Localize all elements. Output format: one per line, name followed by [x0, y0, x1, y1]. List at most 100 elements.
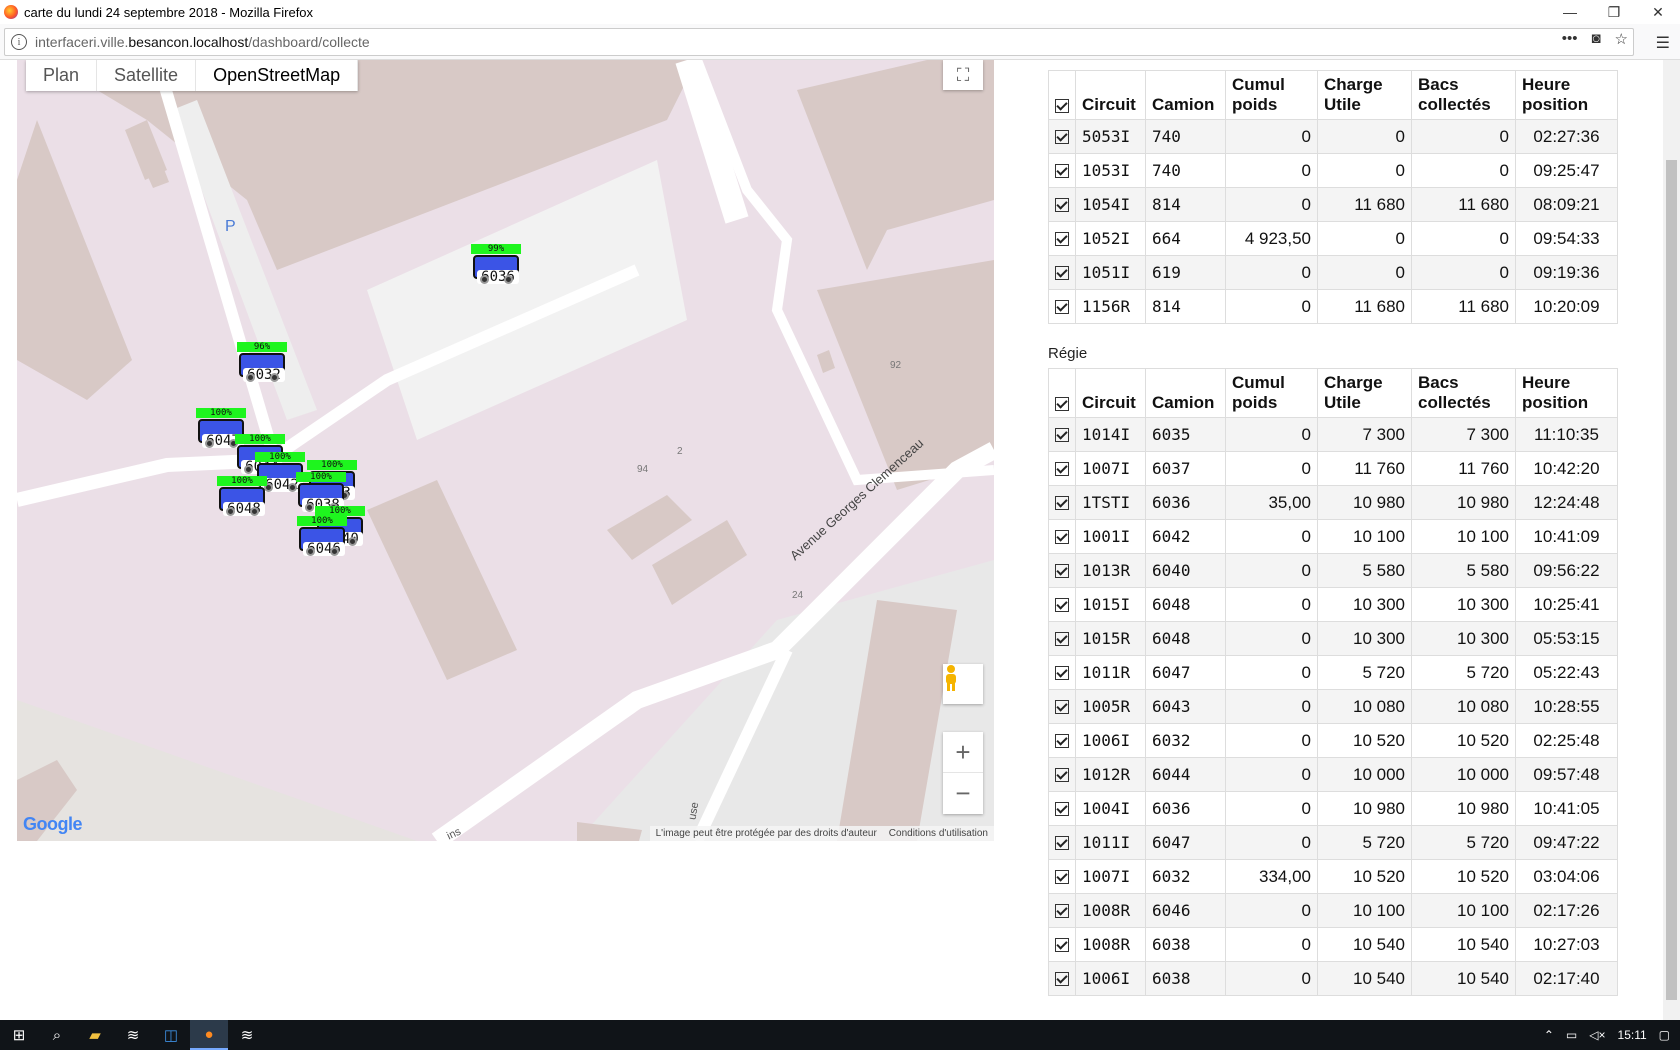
app-icon[interactable]: ≋	[228, 1020, 266, 1050]
row-checkbox[interactable]	[1048, 621, 1076, 656]
minimize-button[interactable]: —	[1548, 0, 1592, 24]
restore-button[interactable]: ❐	[1592, 0, 1636, 24]
pocket-icon[interactable]: ◙	[1591, 30, 1600, 48]
truck-marker[interactable]: 100% 6048	[217, 476, 269, 516]
windows-start-icon[interactable]: ⊞	[0, 1020, 38, 1050]
url-text[interactable]: interfaceri.ville.besancon.localhost/das…	[35, 34, 370, 50]
hamburger-menu-icon[interactable]: ☰	[1656, 33, 1670, 53]
map-type-plan[interactable]: Plan	[26, 60, 98, 91]
row-checkbox[interactable]	[1048, 791, 1076, 826]
zoom-in-button[interactable]: +	[943, 733, 983, 773]
truck-marker[interactable]: 100% 6046	[297, 516, 349, 556]
table-row[interactable]: 1006I 6038 0 10 540 10 540 02:17:40	[1048, 961, 1618, 996]
col-camion[interactable]: Camion	[1145, 70, 1226, 120]
table-row[interactable]: 1006I 6032 0 10 520 10 520 02:25:48	[1048, 723, 1618, 758]
table-row[interactable]: 1013R 6040 0 5 580 5 580 09:56:22	[1048, 553, 1618, 588]
row-checkbox[interactable]	[1048, 289, 1076, 324]
table-row[interactable]: 5053I 740 0 0 0 02:27:36	[1048, 119, 1618, 154]
col-cumul-poids[interactable]: Cumul poids	[1225, 368, 1318, 418]
col-circuit[interactable]: Circuit	[1075, 368, 1146, 418]
cell-circuit: 1008R	[1075, 927, 1146, 962]
row-checkbox[interactable]	[1048, 485, 1076, 520]
street-view-pegman-icon[interactable]	[943, 664, 983, 704]
table-row[interactable]: 1005R 6043 0 10 080 10 080 10:28:55	[1048, 689, 1618, 724]
row-checkbox[interactable]	[1048, 221, 1076, 256]
row-checkbox[interactable]	[1048, 825, 1076, 860]
truck-marker[interactable]: 99% 6036	[471, 244, 523, 284]
cell-camion: 6043	[1145, 689, 1226, 724]
col-cumul-poids[interactable]: Cumul poids	[1225, 70, 1318, 120]
firefox-taskbar-icon[interactable]: ●	[190, 1020, 228, 1050]
table-row[interactable]: 1TSTI 6036 35,00 10 980 10 980 12:24:48	[1048, 485, 1618, 520]
table-row[interactable]: 1051I 619 0 0 0 09:19:36	[1048, 255, 1618, 290]
row-checkbox[interactable]	[1048, 451, 1076, 486]
table-row[interactable]: 1014I 6035 0 7 300 7 300 11:10:35	[1048, 417, 1618, 452]
col-circuit[interactable]: Circuit	[1075, 70, 1146, 120]
map-type-openstreetmap[interactable]: OpenStreetMap	[196, 60, 359, 91]
table-row[interactable]: 1156R 814 0 11 680 11 680 10:20:09	[1048, 289, 1618, 324]
network-icon[interactable]: ▭	[1566, 1028, 1577, 1042]
col-camion[interactable]: Camion	[1145, 368, 1226, 418]
row-checkbox[interactable]	[1048, 689, 1076, 724]
collection-map[interactable]: P Avenue Georges Clemenceau 92 94 2 24 u…	[17, 60, 994, 841]
bookmark-star-icon[interactable]: ☆	[1615, 30, 1628, 48]
scrollbar-thumb[interactable]	[1666, 160, 1677, 1000]
search-icon[interactable]: ⌕	[38, 1020, 76, 1050]
table-row[interactable]: 1001I 6042 0 10 100 10 100 10:41:09	[1048, 519, 1618, 554]
clock[interactable]: 15:11	[1618, 1028, 1647, 1042]
file-explorer-icon[interactable]: ▰	[76, 1020, 114, 1050]
row-checkbox[interactable]	[1048, 757, 1076, 792]
col-charge-utile[interactable]: Charge Utile	[1317, 70, 1412, 120]
row-checkbox[interactable]	[1048, 927, 1076, 962]
col-bacs-collectes[interactable]: Bacs collectés	[1411, 368, 1516, 418]
row-checkbox[interactable]	[1048, 587, 1076, 622]
row-checkbox[interactable]	[1048, 961, 1076, 996]
col-charge-utile[interactable]: Charge Utile	[1317, 368, 1412, 418]
map-type-satellite[interactable]: Satellite	[97, 60, 197, 91]
table-row[interactable]: 1008R 6038 0 10 540 10 540 10:27:03	[1048, 927, 1618, 962]
address-bar[interactable]: i interfaceri.ville.besancon.localhost/d…	[4, 28, 1634, 56]
row-checkbox[interactable]	[1048, 859, 1076, 894]
page-actions-icon[interactable]: •••	[1562, 30, 1578, 48]
table-row[interactable]: 1015R 6048 0 10 300 10 300 05:53:15	[1048, 621, 1618, 656]
table-row[interactable]: 1015I 6048 0 10 300 10 300 10:25:41	[1048, 587, 1618, 622]
table-row[interactable]: 1011I 6047 0 5 720 5 720 09:47:22	[1048, 825, 1618, 860]
street-number: 2	[677, 446, 683, 457]
fullscreen-icon[interactable]: ⛶	[943, 60, 983, 90]
close-window-button[interactable]: ✕	[1636, 0, 1680, 24]
terms-link[interactable]: Conditions d'utilisation	[889, 828, 988, 839]
site-info-icon[interactable]: i	[11, 34, 27, 50]
table-row[interactable]: 1053I 740 0 0 0 09:25:47	[1048, 153, 1618, 188]
row-checkbox[interactable]	[1048, 255, 1076, 290]
truck-marker[interactable]: 96% 6032	[237, 342, 289, 382]
row-checkbox[interactable]	[1048, 655, 1076, 690]
col-heure-position[interactable]: Heure position	[1515, 70, 1618, 120]
row-checkbox[interactable]	[1048, 723, 1076, 758]
zoom-out-button[interactable]: −	[943, 773, 983, 813]
select-all-checkbox[interactable]	[1048, 368, 1076, 418]
tray-chevron-icon[interactable]: ⌃	[1544, 1028, 1554, 1042]
col-heure-position[interactable]: Heure position	[1515, 368, 1618, 418]
table-row[interactable]: 1012R 6044 0 10 000 10 000 09:57:48	[1048, 757, 1618, 792]
table-row[interactable]: 1004I 6036 0 10 980 10 980 10:41:05	[1048, 791, 1618, 826]
table-row[interactable]: 1052I 664 4 923,50 0 0 09:54:33	[1048, 221, 1618, 256]
table-row[interactable]: 1011R 6047 0 5 720 5 720 05:22:43	[1048, 655, 1618, 690]
row-checkbox[interactable]	[1048, 893, 1076, 928]
col-bacs-collectes[interactable]: Bacs collectés	[1411, 70, 1516, 120]
row-checkbox[interactable]	[1048, 417, 1076, 452]
row-checkbox[interactable]	[1048, 153, 1076, 188]
select-all-checkbox[interactable]	[1048, 70, 1076, 120]
outlook-icon[interactable]: ◫	[152, 1020, 190, 1050]
notifications-icon[interactable]: ▢	[1659, 1028, 1670, 1042]
app-icon[interactable]: ≋	[114, 1020, 152, 1050]
row-checkbox[interactable]	[1048, 553, 1076, 588]
volume-icon[interactable]: ◁×	[1589, 1028, 1605, 1042]
row-checkbox[interactable]	[1048, 187, 1076, 222]
table-row[interactable]: 1007I 6032 334,00 10 520 10 520 03:04:06	[1048, 859, 1618, 894]
row-checkbox[interactable]	[1048, 519, 1076, 554]
page-scrollbar[interactable]	[1663, 60, 1680, 1020]
table-row[interactable]: 1008R 6046 0 10 100 10 100 02:17:26	[1048, 893, 1618, 928]
row-checkbox[interactable]	[1048, 119, 1076, 154]
table-row[interactable]: 1007I 6037 0 11 760 11 760 10:42:20	[1048, 451, 1618, 486]
table-row[interactable]: 1054I 814 0 11 680 11 680 08:09:21	[1048, 187, 1618, 222]
